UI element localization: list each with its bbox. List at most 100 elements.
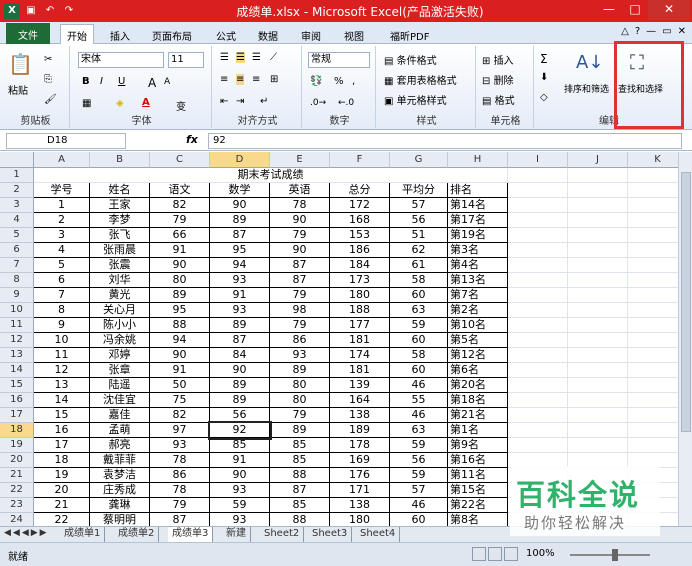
data-cell[interactable]: 庄秀成	[90, 483, 150, 498]
data-cell[interactable]: 60	[390, 333, 448, 348]
doc-close-icon[interactable]: ✕	[678, 26, 686, 37]
data-cell[interactable]: 171	[330, 483, 390, 498]
data-cell[interactable]: 4	[34, 243, 90, 258]
data-cell[interactable]: 58	[390, 348, 448, 363]
data-cell[interactable]: 57	[390, 483, 448, 498]
data-cell[interactable]: 89	[210, 393, 270, 408]
tab-data[interactable]: 数据	[252, 25, 284, 46]
row-header[interactable]: 2	[0, 183, 34, 198]
data-cell[interactable]: 56	[390, 213, 448, 228]
active-cell[interactable]: 92	[208, 421, 272, 440]
cell[interactable]	[508, 333, 568, 348]
column-header[interactable]: E	[270, 152, 330, 168]
data-cell[interactable]: 173	[330, 273, 390, 288]
data-cell[interactable]: 176	[330, 468, 390, 483]
tab-view[interactable]: 视图	[338, 25, 370, 46]
data-cell[interactable]: 90	[150, 258, 210, 273]
data-cell[interactable]: 93	[210, 303, 270, 318]
data-cell[interactable]: 8	[34, 303, 90, 318]
data-cell[interactable]: 89	[270, 423, 330, 438]
data-cell[interactable]: 15	[34, 408, 90, 423]
cell[interactable]	[628, 423, 678, 438]
data-cell[interactable]: 63	[390, 303, 448, 318]
data-cell[interactable]: 第22名	[448, 498, 508, 513]
data-cell[interactable]: 18	[34, 453, 90, 468]
data-cell[interactable]: 78	[150, 483, 210, 498]
data-cell[interactable]: 张飞	[90, 228, 150, 243]
data-cell[interactable]: 55	[390, 393, 448, 408]
sheet-tab-active[interactable]: 成绩单3	[168, 527, 214, 542]
row-header[interactable]: 19	[0, 438, 34, 453]
cell[interactable]	[508, 198, 568, 213]
sheet-tab[interactable]: Sheet4	[356, 527, 401, 542]
column-header[interactable]: G	[390, 152, 448, 168]
help-icon[interactable]: ?	[635, 26, 640, 37]
cell[interactable]	[568, 228, 628, 243]
cell[interactable]	[568, 408, 628, 423]
align-center-icon[interactable]: ≡	[236, 74, 245, 85]
data-cell[interactable]: 85	[210, 438, 270, 453]
data-cell[interactable]: 黄光	[90, 288, 150, 303]
percent-button[interactable]: %	[334, 76, 344, 87]
data-cell[interactable]: 17	[34, 438, 90, 453]
cell[interactable]	[508, 348, 568, 363]
data-cell[interactable]: 178	[330, 438, 390, 453]
cell[interactable]	[568, 378, 628, 393]
data-cell[interactable]: 第17名	[448, 213, 508, 228]
data-cell[interactable]: 82	[150, 408, 210, 423]
data-cell[interactable]: 89	[210, 318, 270, 333]
cell[interactable]	[508, 258, 568, 273]
data-cell[interactable]: 第1名	[448, 423, 508, 438]
header-cell[interactable]: 数学	[210, 183, 270, 198]
data-cell[interactable]: 13	[34, 378, 90, 393]
data-cell[interactable]: 60	[390, 363, 448, 378]
data-cell[interactable]: 91	[210, 453, 270, 468]
data-cell[interactable]: 61	[390, 258, 448, 273]
data-cell[interactable]: 6	[34, 273, 90, 288]
ribbon-minimize-icon[interactable]: △	[621, 26, 629, 37]
formula-input[interactable]: 92	[208, 133, 682, 149]
data-cell[interactable]: 60	[390, 513, 448, 526]
column-header[interactable]: J	[568, 152, 628, 168]
data-cell[interactable]: 169	[330, 453, 390, 468]
cell[interactable]	[628, 198, 678, 213]
vertical-scrollbar[interactable]	[678, 152, 692, 526]
format-as-table-button[interactable]: ▦ 套用表格格式	[384, 72, 457, 87]
data-cell[interactable]: 蔡明明	[90, 513, 150, 526]
doc-minimize-icon[interactable]: —	[646, 26, 656, 37]
data-cell[interactable]: 9	[34, 318, 90, 333]
cell[interactable]	[628, 378, 678, 393]
row-header[interactable]: 14	[0, 363, 34, 378]
data-cell[interactable]: 第8名	[448, 513, 508, 526]
cell[interactable]	[508, 363, 568, 378]
data-cell[interactable]: 王家	[90, 198, 150, 213]
cell[interactable]	[508, 423, 568, 438]
cell[interactable]	[568, 318, 628, 333]
phonetic-button[interactable]: 变	[176, 98, 186, 113]
tab-review[interactable]: 审阅	[295, 25, 327, 46]
data-cell[interactable]: 第13名	[448, 273, 508, 288]
align-bottom-icon[interactable]: ☰	[252, 52, 261, 63]
normal-view-icon[interactable]	[472, 547, 486, 561]
data-cell[interactable]: 180	[330, 288, 390, 303]
column-header[interactable]: D	[210, 152, 270, 168]
data-cell[interactable]: 186	[330, 243, 390, 258]
data-cell[interactable]: 80	[270, 393, 330, 408]
cell[interactable]	[568, 198, 628, 213]
row-header[interactable]: 9	[0, 288, 34, 303]
sheet-title-cell[interactable]: 期末考试成绩	[34, 168, 508, 183]
data-cell[interactable]: 91	[150, 363, 210, 378]
row-header[interactable]: 5	[0, 228, 34, 243]
data-cell[interactable]: 张震	[90, 258, 150, 273]
zoom-slider[interactable]	[570, 554, 650, 556]
grow-font-button[interactable]: A	[148, 76, 156, 90]
data-cell[interactable]: 90	[270, 213, 330, 228]
data-cell[interactable]: 龚琳	[90, 498, 150, 513]
row-header[interactable]: 8	[0, 273, 34, 288]
data-cell[interactable]: 李梦	[90, 213, 150, 228]
sheet-tab[interactable]: Sheet3	[308, 527, 353, 542]
data-cell[interactable]: 60	[390, 288, 448, 303]
cell[interactable]	[628, 393, 678, 408]
data-cell[interactable]: 93	[210, 273, 270, 288]
cell[interactable]	[508, 213, 568, 228]
